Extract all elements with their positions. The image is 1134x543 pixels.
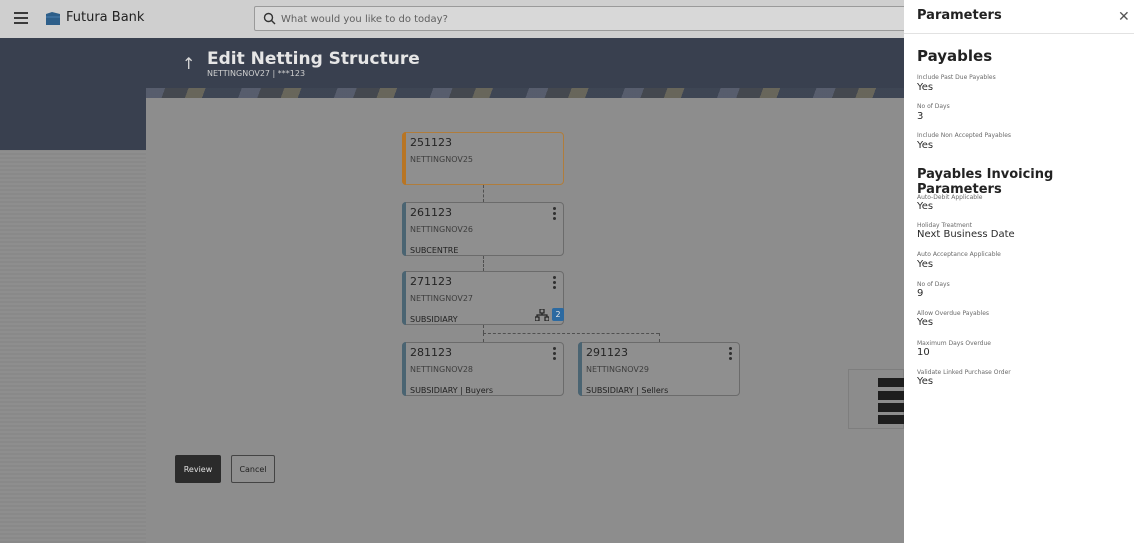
field-label: Holiday Treatment (917, 222, 972, 229)
widget-bar (878, 415, 905, 424)
widget-bar (878, 403, 905, 412)
field-value: Yes (917, 376, 934, 387)
back-arrow-icon[interactable]: ↑ (182, 54, 195, 73)
tree-node-root[interactable]: 251123 NETTINGNOV25 (402, 132, 564, 185)
node-code: 251123 (410, 136, 452, 149)
field-value: Yes (917, 317, 934, 328)
divider (904, 33, 1134, 34)
field-label: Auto-Debit Applicable (917, 194, 983, 201)
field-value: Yes (917, 82, 934, 93)
node-accent (402, 342, 406, 396)
search-icon (263, 12, 276, 25)
tree-node[interactable]: 261123 NETTINGNOV26 SUBCENTRE (402, 202, 564, 256)
node-role: SUBSIDIARY (410, 315, 458, 324)
node-accent (402, 132, 406, 185)
node-name: NETTINGNOV26 (410, 225, 474, 234)
node-code: 271123 (410, 275, 452, 288)
page-subtitle: NETTINGNOV27 | ***123 (207, 69, 306, 78)
brand-name[interactable]: Futura Bank (66, 10, 144, 25)
node-name: NETTINGNOV29 (586, 365, 650, 374)
connector-line (483, 185, 484, 202)
field-label: Include Non Accepted Payables (917, 132, 1012, 139)
bank-logo-icon (46, 12, 60, 25)
node-accent (402, 271, 406, 325)
field-label: Maximum Days Overdue (917, 340, 991, 347)
node-name: NETTINGNOV27 (410, 294, 474, 303)
connector-line (483, 256, 484, 271)
node-role: SUBCENTRE (410, 246, 459, 255)
floating-menu-widget[interactable] (848, 369, 905, 429)
connector-line (483, 333, 484, 342)
field-value: 10 (917, 347, 930, 358)
section-heading-payables: Payables (917, 47, 993, 65)
field-value: 3 (917, 111, 924, 122)
cancel-button[interactable]: Cancel (231, 455, 275, 483)
node-name: NETTINGNOV28 (410, 365, 474, 374)
child-count-badge[interactable]: 2 (552, 308, 564, 321)
field-value: Yes (917, 259, 934, 270)
field-value: Yes (917, 140, 934, 151)
hierarchy-icon[interactable] (535, 309, 549, 321)
field-value: Yes (917, 201, 934, 212)
node-code: 291123 (586, 346, 628, 359)
tree-node[interactable]: 271123 NETTINGNOV27 SUBSIDIARY 2 (402, 271, 564, 325)
close-icon[interactable]: ✕ (1118, 9, 1130, 25)
field-value: 9 (917, 288, 924, 299)
section-heading-invoicing: Payables Invoicing Parameters (917, 167, 1054, 197)
field-label: Validate Linked Purchase Order (917, 369, 1011, 376)
field-value: Next Business Date (917, 229, 1015, 240)
search-bar[interactable] (254, 6, 914, 31)
node-code: 261123 (410, 206, 452, 219)
field-label: No of Days (917, 281, 950, 288)
node-accent (578, 342, 582, 396)
panel-title: Parameters (917, 8, 1002, 23)
parameters-panel: Parameters ✕ Payables Include Past Due P… (904, 0, 1134, 543)
page-title: Edit Netting Structure (207, 49, 420, 69)
decorative-pattern (146, 88, 904, 98)
widget-bar (878, 391, 905, 400)
field-label: Auto Acceptance Applicable (917, 251, 1001, 258)
widget-bar (878, 378, 905, 387)
background-texture (0, 150, 146, 543)
node-role: SUBSIDIARY | Buyers (410, 386, 494, 395)
field-label: No of Days (917, 103, 950, 110)
more-options-icon[interactable] (553, 347, 557, 361)
connector-line (483, 325, 484, 333)
review-button[interactable]: Review (175, 455, 221, 483)
connector-line (483, 333, 659, 334)
search-input[interactable] (281, 10, 881, 28)
node-name: NETTINGNOV25 (410, 155, 474, 164)
node-code: 281123 (410, 346, 452, 359)
tree-node[interactable]: 281123 NETTINGNOV28 SUBSIDIARY | Buyers (402, 342, 564, 396)
connector-line (659, 333, 660, 342)
node-role: SUBSIDIARY | Sellers (586, 386, 669, 395)
more-options-icon[interactable] (729, 347, 733, 361)
field-label: Include Past Due Payables (917, 74, 996, 81)
node-accent (402, 202, 406, 256)
menu-icon[interactable] (14, 12, 28, 24)
more-options-icon[interactable] (553, 207, 557, 221)
tree-node[interactable]: 291123 NETTINGNOV29 SUBSIDIARY | Sellers (578, 342, 740, 396)
field-label: Allow Overdue Payables (917, 310, 990, 317)
more-options-icon[interactable] (553, 276, 557, 290)
